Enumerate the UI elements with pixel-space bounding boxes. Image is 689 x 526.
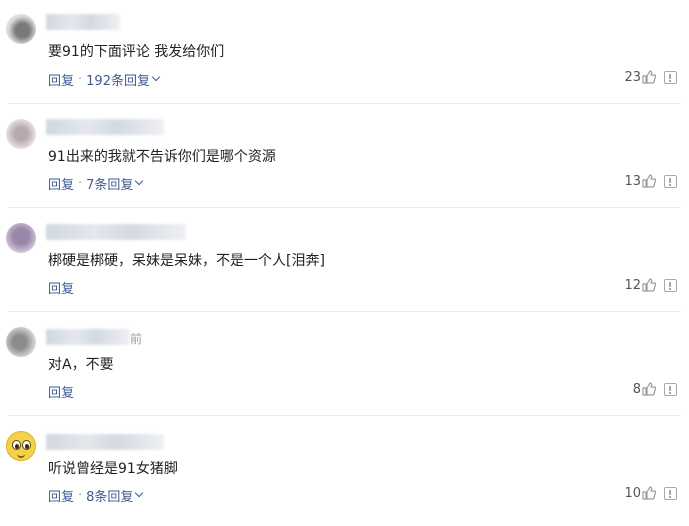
report-icon[interactable] xyxy=(664,279,677,292)
view-replies-button[interactable]: 7条回复 xyxy=(86,174,144,193)
report-icon[interactable] xyxy=(664,487,677,500)
comment-text: 听说曾经是91女猪脚 xyxy=(48,461,178,477)
separator-dot: · xyxy=(78,72,83,87)
user-avatar[interactable] xyxy=(6,327,36,357)
chevron-down-icon xyxy=(151,72,161,82)
report-icon[interactable] xyxy=(664,175,677,188)
divider xyxy=(8,103,681,104)
like-count: 12 xyxy=(624,278,641,293)
thumbs-up-icon[interactable] xyxy=(642,486,656,500)
like-count: 10 xyxy=(624,486,641,501)
comment-time: 前 xyxy=(130,332,143,346)
comment-text: 要91的下面评论 我发给你们 xyxy=(48,44,225,60)
comment-text: 对A，不要 xyxy=(48,357,114,373)
reply-button[interactable]: 回复 xyxy=(48,174,74,193)
avatar-eye xyxy=(22,440,31,450)
thumbs-up-icon[interactable] xyxy=(642,382,656,396)
separator-dot: · xyxy=(78,488,83,503)
username-blurred[interactable] xyxy=(46,329,130,345)
username-blurred[interactable] xyxy=(46,224,186,240)
reply-button[interactable]: 回复 xyxy=(48,70,74,89)
replies-count-label: 7条回复 xyxy=(86,178,134,193)
reply-button[interactable]: 回复 xyxy=(48,486,74,505)
chevron-down-icon xyxy=(135,176,144,186)
divider xyxy=(8,311,681,312)
username-blurred[interactable] xyxy=(46,14,120,30)
comment-actions: 回复 · 192条回复 xyxy=(48,70,161,89)
comment-actions: 回复 xyxy=(48,382,74,401)
comment-actions: 回复 xyxy=(48,278,74,297)
report-icon[interactable] xyxy=(664,71,677,84)
divider xyxy=(8,207,681,208)
chevron-down-icon xyxy=(135,488,144,498)
replies-count-label: 8条回复 xyxy=(86,490,134,505)
comment-actions: 回复 · 8条回复 xyxy=(48,486,144,505)
view-replies-button[interactable]: 8条回复 xyxy=(86,486,144,505)
like-count: 13 xyxy=(624,174,641,189)
user-avatar[interactable] xyxy=(6,223,36,253)
avatar-eye xyxy=(12,440,21,450)
reply-button[interactable]: 回复 xyxy=(48,278,74,297)
user-avatar[interactable] xyxy=(6,119,36,149)
thumbs-up-icon[interactable] xyxy=(642,278,656,292)
comment-text: 梆硬是梆硬，呆妹是呆妹，不是一个人[泪奔] xyxy=(48,253,325,269)
username-blurred[interactable] xyxy=(46,434,164,450)
divider xyxy=(8,415,681,416)
username-blurred[interactable] xyxy=(46,119,164,135)
like-count: 8 xyxy=(632,382,641,397)
reply-button[interactable]: 回复 xyxy=(48,382,74,401)
thumbs-up-icon[interactable] xyxy=(642,174,656,188)
report-icon[interactable] xyxy=(664,383,677,396)
comment-text: 91出来的我就不告诉你们是哪个资源 xyxy=(48,149,276,165)
user-avatar[interactable] xyxy=(6,14,36,44)
replies-count-label: 192条回复 xyxy=(86,74,150,89)
avatar-mouth xyxy=(17,452,25,458)
thumbs-up-icon[interactable] xyxy=(642,70,656,84)
emoji-face-avatar[interactable] xyxy=(6,431,36,461)
view-replies-button[interactable]: 192条回复 xyxy=(86,70,161,89)
like-count: 23 xyxy=(624,70,641,85)
comment-actions: 回复 · 7条回复 xyxy=(48,174,144,193)
separator-dot: · xyxy=(78,176,83,191)
